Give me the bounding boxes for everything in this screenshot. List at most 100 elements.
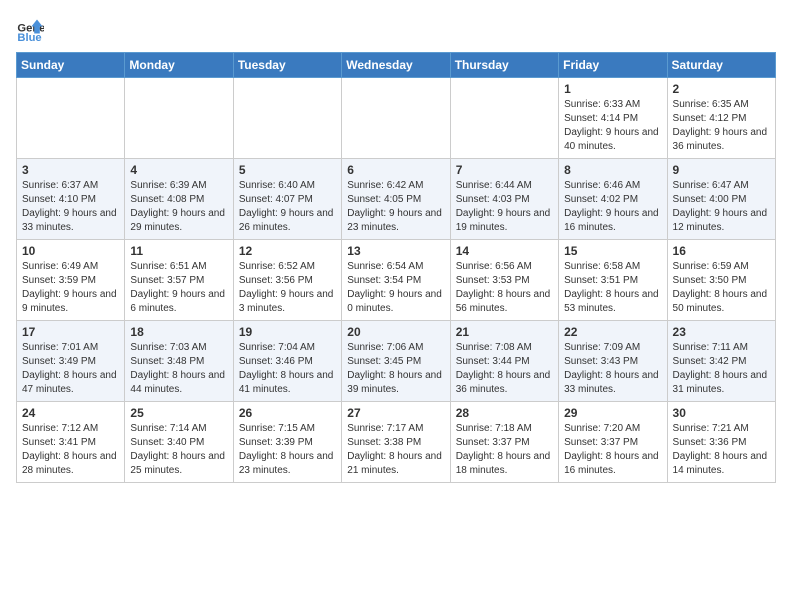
- cell-info: Sunrise: 7:09 AM: [564, 341, 661, 355]
- logo-icon: General Blue: [16, 16, 44, 44]
- cell-info: Sunrise: 6:52 AM: [239, 260, 336, 274]
- column-header-thursday: Thursday: [450, 53, 558, 78]
- calendar-cell: 5 Sunrise: 6:40 AMSunset: 4:07 PMDaylight…: [233, 159, 341, 240]
- cell-info: Daylight: 8 hours and 33 minutes.: [564, 369, 661, 397]
- cell-info: Sunrise: 6:44 AM: [456, 179, 553, 193]
- cell-info: Daylight: 9 hours and 23 minutes.: [347, 207, 444, 235]
- cell-info: Daylight: 8 hours and 16 minutes.: [564, 450, 661, 478]
- cell-info: Sunset: 3:51 PM: [564, 274, 661, 288]
- cell-info: Sunrise: 7:01 AM: [22, 341, 119, 355]
- day-number: 2: [673, 82, 770, 96]
- cell-info: Daylight: 9 hours and 29 minutes.: [130, 207, 227, 235]
- cell-info: Sunrise: 7:18 AM: [456, 422, 553, 436]
- column-header-tuesday: Tuesday: [233, 53, 341, 78]
- calendar-table: SundayMondayTuesdayWednesdayThursdayFrid…: [16, 52, 776, 483]
- cell-info: Daylight: 8 hours and 36 minutes.: [456, 369, 553, 397]
- calendar-cell: 7Sunrise: 6:44 AMSunset: 4:03 PMDaylight…: [450, 159, 558, 240]
- cell-info: Sunset: 3:40 PM: [130, 436, 227, 450]
- cell-info: Daylight: 8 hours and 56 minutes.: [456, 288, 553, 316]
- column-header-saturday: Saturday: [667, 53, 775, 78]
- cell-info: Daylight: 9 hours and 12 minutes.: [673, 207, 770, 235]
- calendar-cell: 25Sunrise: 7:14 AMSunset: 3:40 PMDayligh…: [125, 402, 233, 483]
- cell-info: Daylight: 8 hours and 14 minutes.: [673, 450, 770, 478]
- day-number: 13: [347, 244, 444, 258]
- day-number: 18: [130, 325, 227, 339]
- cell-info: Sunrise: 6:42 AM: [347, 179, 444, 193]
- calendar-cell: 17 Sunrise: 7:01 AMSunset: 3:49 PMDayligh…: [17, 321, 125, 402]
- cell-info: Sunrise: 6:47 AM: [673, 179, 770, 193]
- cell-info: Daylight: 9 hours and 26 minutes.: [239, 207, 336, 235]
- cell-info: Daylight: 9 hours and 40 minutes.: [564, 126, 661, 154]
- calendar-cell: 28Sunrise: 7:18 AMSunset: 3:37 PMDayligh…: [450, 402, 558, 483]
- cell-info: Sunrise: 7:14 AM: [130, 422, 227, 436]
- cell-info: Sunrise: 7:12 AM: [22, 422, 119, 436]
- cell-info: Daylight: 8 hours and 21 minutes.: [347, 450, 444, 478]
- cell-info: Daylight: 9 hours and 19 minutes.: [456, 207, 553, 235]
- day-number: 27: [347, 406, 444, 420]
- cell-info: Sunrise: 7:15 AM: [239, 422, 336, 436]
- calendar-cell: 1Sunrise: 6:33 AMSunset: 4:14 PMDaylight…: [559, 78, 667, 159]
- calendar-cell: 3Sunrise: 6:37 AMSunset: 4:10 PMDaylight…: [17, 159, 125, 240]
- cell-info: Sunset: 3:49 PM: [22, 355, 119, 369]
- day-number: 29: [564, 406, 661, 420]
- day-number: 11: [130, 244, 227, 258]
- cell-info: Daylight: 8 hours and 39 minutes.: [347, 369, 444, 397]
- calendar-cell: 26Sunrise: 7:15 AMSunset: 3:39 PMDayligh…: [233, 402, 341, 483]
- cell-info: Daylight: 8 hours and 53 minutes.: [564, 288, 661, 316]
- calendar-cell: 12Sunrise: 6:52 AMSunset: 3:56 PMDayligh…: [233, 240, 341, 321]
- calendar-cell: 22Sunrise: 7:09 AMSunset: 3:43 PMDayligh…: [559, 321, 667, 402]
- cell-info: Sunset: 3:37 PM: [456, 436, 553, 450]
- cell-info: Sunrise: 6:37 AM: [22, 179, 119, 193]
- calendar-cell: 19Sunrise: 7:04 AMSunset: 3:46 PMDayligh…: [233, 321, 341, 402]
- cell-info: Sunset: 3:48 PM: [130, 355, 227, 369]
- calendar-cell: [233, 78, 341, 159]
- calendar-cell: 4Sunrise: 6:39 AMSunset: 4:08 PMDaylight…: [125, 159, 233, 240]
- cell-info: Sunset: 4:12 PM: [673, 112, 770, 126]
- cell-info: Daylight: 8 hours and 31 minutes.: [673, 369, 770, 397]
- cell-info: Sunset: 3:56 PM: [239, 274, 336, 288]
- cell-info: Sunset: 3:39 PM: [239, 436, 336, 450]
- cell-info: Sunrise: 6:35 AM: [673, 98, 770, 112]
- cell-info: Sunset: 3:42 PM: [673, 355, 770, 369]
- cell-info: Sunset: 3:38 PM: [347, 436, 444, 450]
- cell-info: Sunset: 3:54 PM: [347, 274, 444, 288]
- day-number: 17: [22, 325, 119, 339]
- day-number: 5: [239, 163, 336, 177]
- cell-info: Sunset: 4:07 PM: [239, 193, 336, 207]
- cell-info: Daylight: 9 hours and 16 minutes.: [564, 207, 661, 235]
- cell-info: Sunrise: 6:40 AM: [239, 179, 336, 193]
- cell-info: Daylight: 9 hours and 36 minutes.: [673, 126, 770, 154]
- calendar-cell: 30Sunrise: 7:21 AMSunset: 3:36 PMDayligh…: [667, 402, 775, 483]
- calendar-cell: 16Sunrise: 6:59 AMSunset: 3:50 PMDayligh…: [667, 240, 775, 321]
- day-number: 26: [239, 406, 336, 420]
- cell-info: Sunset: 4:05 PM: [347, 193, 444, 207]
- cell-info: Sunrise: 6:58 AM: [564, 260, 661, 274]
- cell-info: Sunrise: 7:20 AM: [564, 422, 661, 436]
- calendar-cell: [17, 78, 125, 159]
- day-number: 22: [564, 325, 661, 339]
- logo: General Blue: [16, 16, 48, 44]
- cell-info: Sunset: 3:36 PM: [673, 436, 770, 450]
- cell-info: Sunrise: 6:49 AM: [22, 260, 119, 274]
- cell-info: Sunset: 3:59 PM: [22, 274, 119, 288]
- cell-info: Daylight: 9 hours and 9 minutes.: [22, 288, 119, 316]
- calendar-cell: 20Sunrise: 7:06 AMSunset: 3:45 PMDayligh…: [342, 321, 450, 402]
- day-number: 21: [456, 325, 553, 339]
- cell-info: Daylight: 8 hours and 25 minutes.: [130, 450, 227, 478]
- calendar-cell: [450, 78, 558, 159]
- cell-info: Daylight: 8 hours and 47 minutes.: [22, 369, 119, 397]
- day-number: 15: [564, 244, 661, 258]
- day-number: 1: [564, 82, 661, 96]
- cell-info: Sunrise: 6:46 AM: [564, 179, 661, 193]
- cell-info: Sunset: 4:03 PM: [456, 193, 553, 207]
- cell-info: Sunrise: 6:56 AM: [456, 260, 553, 274]
- day-number: 9: [673, 163, 770, 177]
- cell-info: Sunrise: 7:17 AM: [347, 422, 444, 436]
- cell-info: Daylight: 8 hours and 18 minutes.: [456, 450, 553, 478]
- cell-info: Sunrise: 7:08 AM: [456, 341, 553, 355]
- day-number: 24: [22, 406, 119, 420]
- cell-info: Daylight: 9 hours and 3 minutes.: [239, 288, 336, 316]
- calendar-cell: 15 Sunrise: 6:58 AMSunset: 3:51 PMDayligh…: [559, 240, 667, 321]
- calendar-cell: 29Sunrise: 7:20 AMSunset: 3:37 PMDayligh…: [559, 402, 667, 483]
- cell-info: Sunset: 3:53 PM: [456, 274, 553, 288]
